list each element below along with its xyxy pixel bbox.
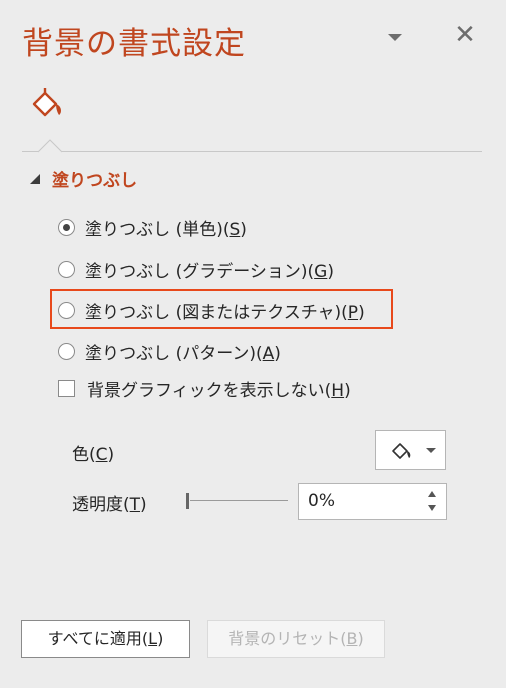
radio-button[interactable]: [58, 261, 75, 278]
pane-title: 背景の書式設定: [22, 26, 246, 62]
spin-up-icon[interactable]: [428, 491, 436, 497]
radio-label: 塗りつぶし (グラデーション)(G): [85, 262, 334, 282]
spin-down-icon[interactable]: [428, 505, 436, 511]
checkbox[interactable]: [58, 380, 75, 397]
radio-label: 塗りつぶし (パターン)(A): [85, 344, 281, 364]
radio-gradient-fill[interactable]: 塗りつぶし (グラデーション)(G): [58, 257, 334, 282]
radio-button[interactable]: [58, 219, 75, 236]
tab-divider: [62, 151, 482, 152]
transparency-label: 透明度(T): [72, 495, 147, 515]
fill-color-button[interactable]: [375, 430, 446, 470]
radio-button[interactable]: [58, 343, 75, 360]
radio-pattern-fill[interactable]: 塗りつぶし (パターン)(A): [58, 339, 281, 364]
reset-background-button: 背景のリセット(B): [207, 620, 385, 658]
pane-options-dropdown[interactable]: [384, 26, 406, 48]
fill-section-header[interactable]: 塗りつぶし: [30, 166, 137, 191]
highlight-box: [50, 289, 393, 329]
radio-solid-fill[interactable]: 塗りつぶし (単色)(S): [58, 215, 247, 240]
hide-background-graphics-checkbox[interactable]: 背景グラフィックを表示しない(H): [58, 376, 351, 401]
collapse-triangle-icon: [30, 173, 40, 184]
fill-bucket-icon[interactable]: [26, 86, 70, 122]
checkbox-label: 背景グラフィックを表示しない(H): [87, 381, 351, 401]
tab-notch: [37, 139, 63, 153]
transparency-slider-track[interactable]: [190, 500, 288, 501]
radio-label: 塗りつぶし (単色)(S): [85, 220, 247, 240]
apply-to-all-button[interactable]: すべてに適用(L): [21, 620, 190, 658]
close-icon[interactable]: ✕: [452, 20, 478, 50]
transparency-slider-handle[interactable]: [186, 493, 189, 509]
transparency-input[interactable]: 0%: [298, 483, 447, 520]
color-label: 色(C): [72, 445, 115, 465]
fill-section-label: 塗りつぶし: [52, 171, 138, 191]
fill-bucket-icon: [392, 443, 411, 459]
chevron-down-icon: [426, 448, 436, 453]
transparency-value: 0%: [308, 491, 335, 511]
